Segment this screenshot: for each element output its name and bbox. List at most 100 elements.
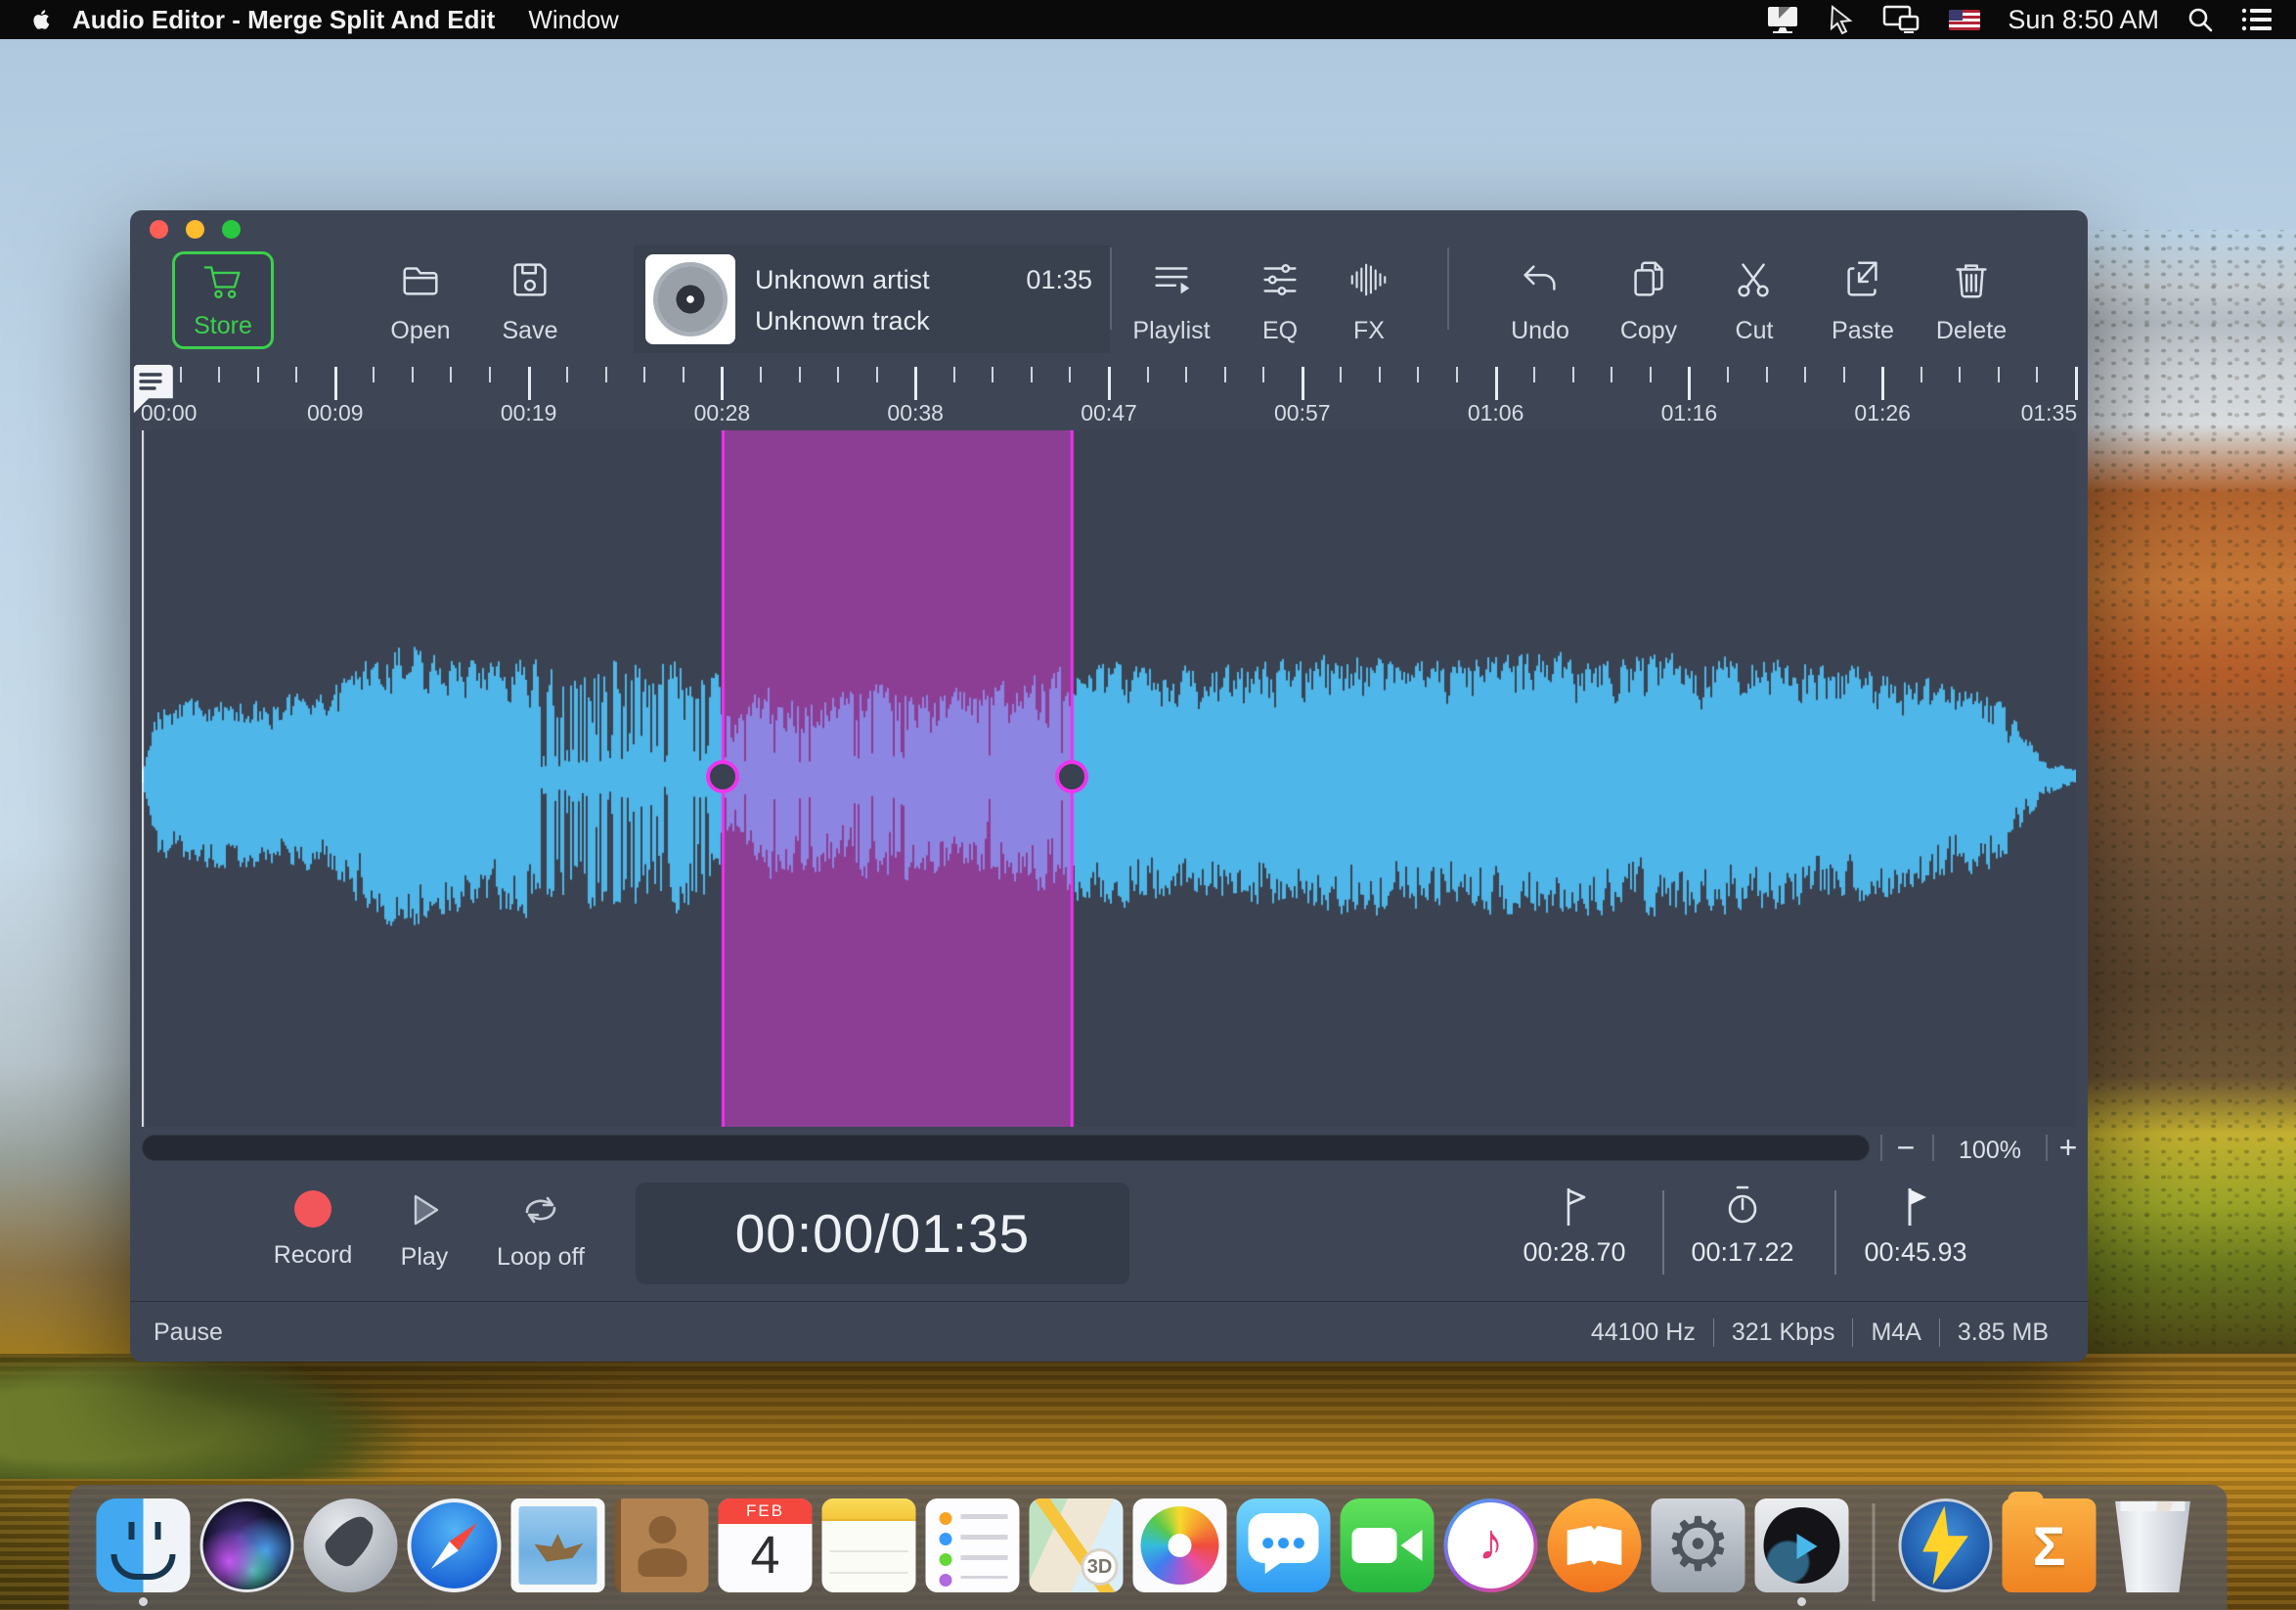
store-button[interactable]: Store — [172, 251, 274, 349]
sigma-folder-icon: Σ — [2002, 1492, 2097, 1592]
apple-menu-icon[interactable] — [27, 6, 51, 33]
zoom-row: − 100% + — [130, 1127, 2088, 1169]
undo-button[interactable]: Undo — [1496, 253, 1584, 349]
fx-button[interactable]: FX — [1325, 253, 1413, 349]
menu-bar: Audio Editor - Merge Split And Edit Wind… — [0, 0, 2296, 39]
zoom-scrollbar[interactable] — [142, 1135, 1870, 1161]
transport-bar: Record Play Loop off 00:00/01:35 00:28.7… — [130, 1169, 2088, 1301]
fx-label: FX — [1353, 317, 1385, 344]
cut-button[interactable]: Cut — [1710, 253, 1798, 349]
notification-center-icon[interactable] — [2241, 7, 2273, 32]
play-button[interactable]: Play — [366, 1190, 483, 1272]
flag-filled-icon — [1908, 1188, 1926, 1226]
ruler-tick — [643, 367, 646, 382]
dock-item-calendar[interactable]: FEB 4 — [718, 1498, 813, 1606]
open-button[interactable]: Open — [381, 253, 460, 349]
ruler-tick — [1533, 367, 1536, 382]
dock-item-audio-editor[interactable] — [1754, 1498, 1849, 1606]
notes-icon — [821, 1498, 916, 1592]
ruler-label: 01:26 — [1854, 400, 1911, 425]
finder-icon — [96, 1498, 191, 1592]
dock-item-siri[interactable] — [199, 1498, 294, 1606]
us-flag-icon[interactable] — [1949, 9, 1981, 30]
eq-button[interactable]: EQ — [1236, 253, 1324, 349]
track-duration: 01:35 — [1026, 265, 1092, 294]
menu-clock[interactable]: Sun 8:50 AM — [2008, 5, 2159, 35]
copy-button[interactable]: Copy — [1605, 253, 1693, 349]
loop-icon — [525, 1196, 556, 1224]
ruler-tick — [1881, 367, 1885, 400]
playhead-marker[interactable] — [132, 365, 175, 420]
dock-item-launchpad[interactable] — [303, 1498, 398, 1606]
ruler-tick — [1262, 367, 1265, 382]
dock-item-safari[interactable] — [407, 1498, 502, 1606]
menu-window[interactable]: Window — [528, 5, 618, 35]
ruler-tick — [1997, 367, 2000, 382]
ruler-tick — [2036, 367, 2039, 382]
loop-button[interactable]: Loop off — [482, 1190, 599, 1272]
dock-item-sigma-folder[interactable]: Σ — [2002, 1492, 2097, 1606]
dock-item-facetime[interactable] — [1340, 1498, 1435, 1606]
ruler-tick — [837, 367, 840, 382]
display-mirroring-icon[interactable] — [1765, 5, 1800, 34]
dock-item-contacts[interactable] — [614, 1498, 709, 1606]
zoom-in-button[interactable]: + — [2049, 1131, 2088, 1164]
search-icon[interactable] — [2186, 6, 2214, 33]
sample-rate: 44100 Hz — [1590, 1318, 1696, 1346]
toolbar-divider — [1447, 247, 1449, 330]
playlist-button[interactable]: Playlist — [1118, 253, 1225, 349]
dock-item-messages[interactable] — [1236, 1498, 1331, 1606]
cursor-icon[interactable] — [1828, 5, 1855, 34]
ruler-tick — [333, 367, 337, 400]
zoom-level: 100% — [1959, 1137, 2021, 1164]
ruler-tick — [179, 367, 182, 382]
ruler-tick — [1417, 367, 1420, 382]
timeline-ruler[interactable]: 00:00 00:09 00:19 00:28 00:38 00:47 00:57 01:06… — [141, 367, 2078, 430]
dock-item-trash[interactable] — [2106, 1498, 2200, 1606]
dock-item-itunes[interactable]: ♪ — [1444, 1498, 1538, 1606]
dock-item-ibooks[interactable] — [1547, 1498, 1642, 1606]
undo-icon — [1523, 265, 1556, 291]
ruler-tick — [1765, 367, 1768, 382]
track-name: Unknown track — [755, 306, 930, 335]
stopwatch-icon — [1728, 1185, 1757, 1224]
ruler-tick — [1146, 367, 1149, 382]
dock-item-mail[interactable] — [510, 1498, 605, 1606]
dual-displays-icon[interactable] — [1882, 5, 1921, 34]
mail-icon — [510, 1498, 605, 1592]
selection-start-time: 00:28.70 — [1523, 1237, 1626, 1267]
dock-item-reminders[interactable] — [925, 1498, 1020, 1606]
dock-item-notes[interactable] — [821, 1498, 916, 1606]
selection-handle-right[interactable] — [1055, 759, 1089, 793]
app-menu-title[interactable]: Audio Editor - Merge Split And Edit — [72, 5, 495, 35]
ruler-label: 00:19 — [500, 400, 557, 425]
format: M4A — [1852, 1318, 1938, 1347]
delete-label: Delete — [1935, 317, 2008, 344]
paste-button[interactable]: Paste — [1819, 253, 1907, 349]
save-label: Save — [502, 317, 558, 344]
dock-item-photos[interactable] — [1132, 1498, 1227, 1606]
artist-name: Unknown artist — [755, 265, 930, 294]
track-info-panel: Unknown artist Unknown track 01:35 — [634, 246, 1110, 353]
delete-button[interactable]: Delete — [1927, 253, 2015, 349]
audio-editor-window: Store Open Save Unknown artist Unknown t… — [130, 210, 2088, 1362]
ruler-tick — [566, 367, 569, 382]
ruler-tick — [373, 367, 375, 382]
zoom-out-button[interactable]: − — [1886, 1131, 1925, 1164]
save-button[interactable]: Save — [491, 253, 569, 349]
dock-item-maps[interactable]: 3D — [1029, 1498, 1124, 1606]
bitrate: 321 Kbps — [1712, 1318, 1853, 1347]
waveform-canvas[interactable] — [142, 430, 2076, 1127]
eq-sliders-icon — [1263, 263, 1297, 296]
selection-region[interactable] — [723, 430, 1072, 1127]
play-label: Play — [400, 1243, 449, 1271]
dock-item-system-preferences[interactable]: ⚙ — [1651, 1498, 1745, 1606]
cart-icon — [203, 266, 241, 298]
playlist-label: Playlist — [1132, 317, 1211, 344]
record-button[interactable]: Record — [254, 1190, 372, 1270]
ruler-tick — [2075, 367, 2078, 400]
dock-item-lightning-app[interactable] — [1898, 1498, 1993, 1606]
waveform-area[interactable] — [142, 430, 2076, 1127]
dock-item-finder[interactable] — [96, 1498, 191, 1606]
launchpad-icon — [303, 1498, 398, 1592]
